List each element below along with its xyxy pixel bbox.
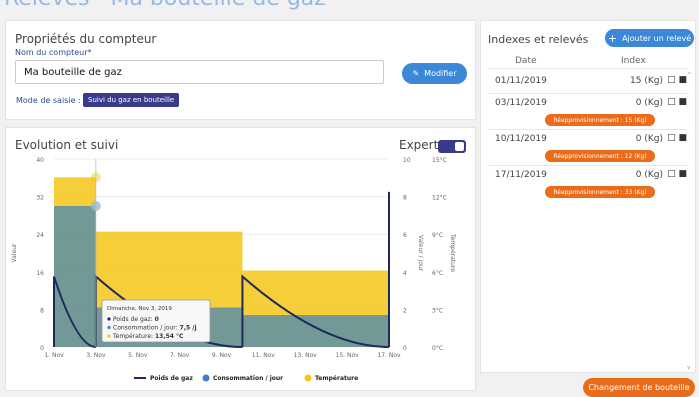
- x-tick: 9. Nov: [212, 352, 232, 359]
- y-tick-left: 24: [36, 232, 44, 239]
- row-value: 0 (Kg): [635, 134, 663, 144]
- properties-title: Propriétés du compteur: [15, 32, 157, 46]
- row-separator: [489, 129, 689, 130]
- row-separator: [489, 93, 689, 94]
- tooltip-bullet: [107, 317, 111, 321]
- row-separator: [489, 165, 689, 166]
- y-axis-label-temp: Température: [449, 233, 456, 272]
- y-tick-left: 40: [36, 157, 44, 164]
- meter-properties-card: Propriétés du compteur Nom du compteur* …: [5, 20, 476, 120]
- x-tick: 17. Nov: [377, 352, 401, 359]
- scrollbar[interactable]: ^v: [687, 71, 692, 371]
- comment-icon[interactable]: □: [667, 133, 676, 143]
- pencil-icon: ✎: [412, 69, 420, 78]
- y-tick-left: 16: [36, 270, 44, 277]
- y-tick-left: 0: [40, 345, 44, 352]
- meter-name-input[interactable]: Ma bouteille de gaz: [15, 60, 384, 84]
- x-tick: 15. Nov: [336, 352, 360, 359]
- x-tick: 7. Nov: [170, 352, 190, 359]
- refill-badge: Réapprovisionnement : 12 (Kg): [545, 150, 655, 162]
- svg-text:v: v: [687, 364, 691, 371]
- input-mode-badge[interactable]: Suivi du gaz en bouteille: [83, 93, 180, 107]
- x-tick: 11. Nov: [252, 352, 276, 359]
- tooltip-line: Température: 13,54 °C: [112, 333, 184, 340]
- meter-name-label: Nom du compteur*: [15, 48, 92, 57]
- plus-icon: +: [607, 31, 618, 45]
- index-title: Indexes et relevés: [488, 33, 589, 46]
- page-title: Relevés · Ma bouteille de gaz: [4, 0, 326, 11]
- tooltip-line: Poids de gaz: 0: [113, 316, 159, 323]
- add-reading-button[interactable]: + Ajouter un relevé: [605, 29, 694, 47]
- y-tick-left: 32: [36, 195, 44, 202]
- row-date: 17/11/2019: [495, 170, 547, 180]
- change-bottle-button[interactable]: Changement de bouteille: [583, 378, 695, 397]
- consumption-bar: [242, 315, 389, 347]
- index-card: Indexes et relevés + Ajouter un relevé Da…: [480, 20, 696, 373]
- tooltip-line: Consommation / jour: 7,5 /j: [113, 325, 197, 332]
- trash-icon[interactable]: ■: [678, 133, 687, 143]
- legend-item: Poids de gaz: [150, 375, 193, 382]
- y-tick-right: 0: [403, 345, 407, 352]
- comment-icon[interactable]: □: [667, 97, 676, 107]
- row-date: 01/11/2019: [495, 76, 547, 86]
- y-tick-temp: 12°C: [432, 195, 447, 202]
- tooltip-bullet: [107, 334, 111, 338]
- y-tick-right: 2: [403, 307, 407, 314]
- y-tick-temp: 0°C: [432, 345, 443, 352]
- y-axis-label-right: Valeur / jour: [417, 235, 424, 272]
- y-tick-right: 4: [403, 270, 407, 277]
- x-tick: 5. Nov: [128, 352, 148, 359]
- legend-item: Consommation / jour: [213, 375, 283, 382]
- y-tick-temp: 15°C: [432, 157, 447, 164]
- trash-icon[interactable]: ■: [678, 97, 687, 107]
- svg-text:^: ^: [687, 72, 692, 79]
- refill-badge: Réapprovisionnement : 15 (Kg): [545, 114, 655, 126]
- modify-button[interactable]: ✎ Modifier: [402, 63, 467, 84]
- trash-icon[interactable]: ■: [678, 75, 687, 85]
- tooltip-title: Dimanche, Nov 3, 2019: [107, 306, 172, 312]
- row-value: 0 (Kg): [635, 98, 663, 108]
- trash-icon[interactable]: ■: [678, 169, 687, 179]
- index-table-header: Date Index: [489, 53, 689, 69]
- legend-swatch: [304, 374, 312, 382]
- y-tick-right: 10: [403, 157, 411, 164]
- col-index: Index: [621, 56, 646, 66]
- refill-badge: Réapprovisionnement : 33 (Kg): [545, 186, 655, 198]
- evolution-chart[interactable]: 081624324002468100°C3°C6°C9°C12°C15°C1. …: [6, 128, 477, 392]
- y-tick-right: 6: [403, 232, 407, 239]
- y-tick-temp: 6°C: [432, 270, 443, 277]
- legend-item: Température: [315, 375, 358, 382]
- input-mode-label: Mode de saisie :: [16, 96, 81, 105]
- row-value: 15 (Kg): [630, 76, 663, 86]
- y-tick-right: 8: [403, 195, 407, 202]
- col-date: Date: [515, 56, 537, 66]
- comment-icon[interactable]: □: [667, 169, 676, 179]
- y-tick-temp: 3°C: [432, 307, 443, 314]
- legend-swatch: [202, 374, 210, 382]
- tooltip-bullet: [107, 325, 111, 330]
- row-date: 03/11/2019: [495, 98, 547, 108]
- x-tick: 3. Nov: [86, 352, 106, 359]
- page-header: Relevés · Ma bouteille de gaz: [0, 0, 699, 14]
- y-axis-label-left: Valeur: [11, 243, 18, 262]
- x-tick: 1. Nov: [44, 352, 64, 359]
- row-date: 10/11/2019: [495, 134, 547, 144]
- y-tick-temp: 9°C: [432, 232, 443, 239]
- row-value: 0 (Kg): [635, 170, 663, 180]
- comment-icon[interactable]: □: [667, 75, 676, 85]
- x-tick: 13. Nov: [294, 352, 318, 359]
- chart-card: Evolution et suivi Expert 0 8 16 24 32 40 0 2 4 6…: [5, 127, 476, 391]
- y-tick-left: 8: [40, 307, 44, 314]
